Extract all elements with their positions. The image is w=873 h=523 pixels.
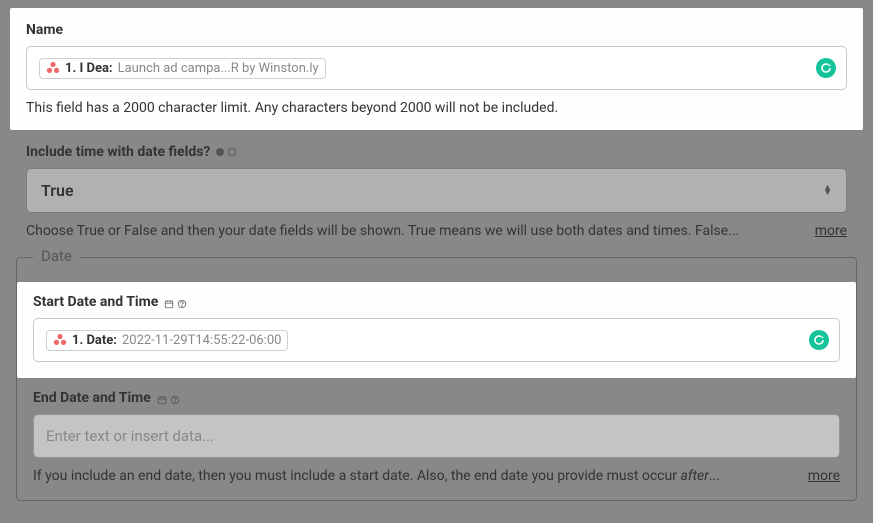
end-date-helper: If you include an end date, then you mus…: [33, 468, 788, 484]
help-icon: [177, 297, 187, 307]
end-date-section: End Date and Time Enter text or insert d…: [17, 378, 856, 500]
calendar-icon: [157, 393, 167, 403]
name-pill-prefix: 1. I Dea:: [65, 61, 113, 76]
grammarly-icon: [816, 58, 836, 78]
asana-icon: [46, 61, 60, 75]
include-time-helper: Choose True or False and then your date …: [26, 223, 795, 239]
start-date-section: Start Date and Time 1. Date: 2022-11-29T…: [17, 282, 856, 378]
radio-group-icon: [216, 148, 236, 156]
name-field-section: Name 1. I Dea: Launch ad campa...R by Wi…: [10, 8, 863, 130]
radio-filled-icon: [216, 148, 224, 156]
name-helper-text: This field has a 2000 character limit. A…: [26, 100, 847, 116]
asana-icon: [53, 333, 67, 347]
start-date-pill-value: 2022-11-29T14:55:22-06:00: [122, 333, 282, 348]
grammarly-icon: [809, 330, 829, 350]
include-time-select[interactable]: True ▲ ▼: [26, 168, 847, 213]
end-date-label: End Date and Time: [33, 390, 840, 406]
start-date-pill-prefix: 1. Date:: [72, 333, 117, 348]
include-time-section: Include time with date fields? True ▲ ▼ …: [10, 130, 863, 253]
start-date-label: Start Date and Time: [33, 294, 840, 310]
start-date-pill[interactable]: 1. Date: 2022-11-29T14:55:22-06:00: [46, 330, 288, 351]
include-time-value: True: [41, 181, 74, 200]
calendar-icon: [164, 297, 174, 307]
date-legend: Date: [33, 247, 80, 265]
help-icon: [170, 393, 180, 403]
start-date-input[interactable]: 1. Date: 2022-11-29T14:55:22-06:00: [33, 318, 840, 362]
end-date-input[interactable]: Enter text or insert data...: [33, 414, 840, 458]
select-arrows-icon: ▲ ▼: [823, 186, 832, 196]
include-time-more-link[interactable]: more: [815, 223, 847, 239]
radio-empty-icon: [228, 148, 236, 156]
end-date-placeholder: Enter text or insert data...: [46, 427, 214, 445]
name-pill-value: Launch ad campa...R by Winston.ly: [118, 61, 319, 76]
include-time-label: Include time with date fields?: [26, 144, 847, 160]
name-label: Name: [26, 22, 847, 38]
end-date-more-link[interactable]: more: [808, 468, 840, 484]
name-pill[interactable]: 1. I Dea: Launch ad campa...R by Winston…: [39, 58, 326, 79]
name-input[interactable]: 1. I Dea: Launch ad campa...R by Winston…: [26, 46, 847, 90]
date-fieldset: Date Start Date and Time 1. Date: 2022-1…: [16, 257, 857, 501]
